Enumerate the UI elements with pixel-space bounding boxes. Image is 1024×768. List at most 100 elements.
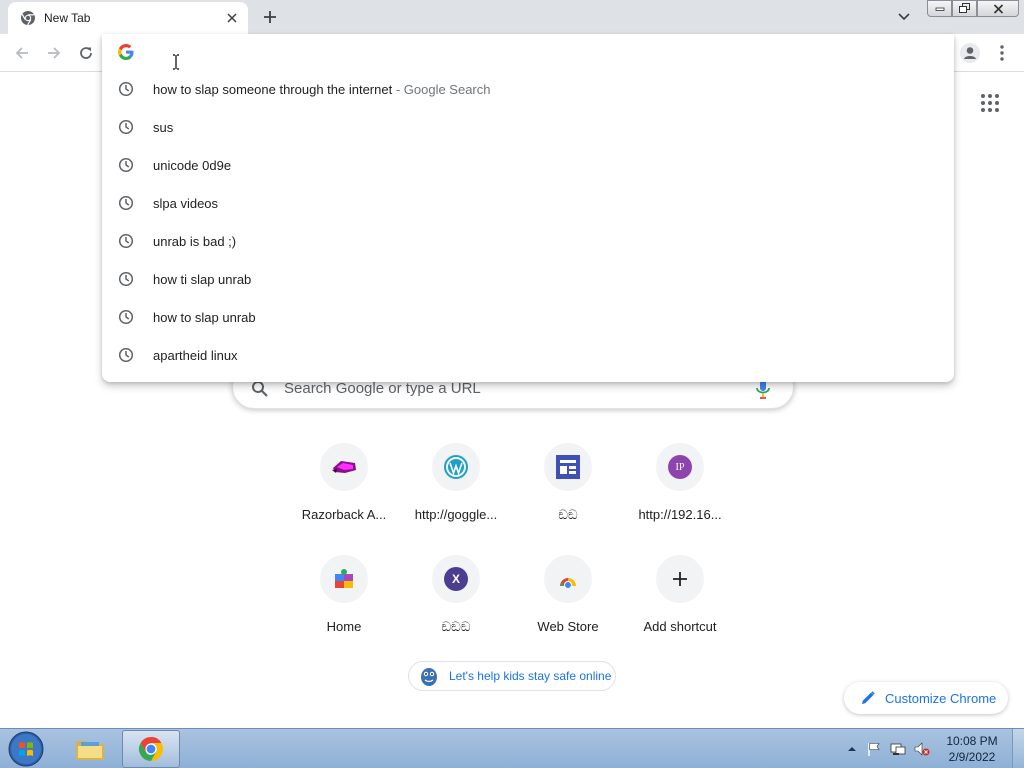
show-desktop-button[interactable] — [1012, 729, 1024, 768]
customize-chrome-button[interactable]: Customize Chrome — [844, 682, 1008, 714]
omnibox-input-row — [102, 34, 954, 72]
add-shortcut-button[interactable]: Add shortcut — [624, 555, 736, 655]
suggestion-query: how ti slap unrab — [153, 271, 252, 287]
close-icon[interactable] — [224, 10, 240, 26]
shortcut-tile — [320, 443, 368, 491]
suggestion-text: how ti slap unrab — [153, 272, 251, 287]
letter-x-icon-text: X — [451, 572, 460, 586]
taskbar-chrome[interactable] — [122, 730, 180, 768]
omnibox-suggestion[interactable]: how ti slap unrab — [102, 260, 954, 298]
wordpress-icon — [444, 455, 468, 479]
omnibox-suggestion[interactable]: apartheid linux — [102, 336, 954, 374]
shortcut-label: Razorback A... — [301, 507, 387, 522]
shortcut-sinhala-1[interactable]: ඞඞ — [512, 443, 624, 543]
shortcut-label: ඞඞ — [558, 507, 578, 522]
shortcut-ip[interactable]: IP http://192.16... — [624, 443, 736, 543]
suggestion-query: how to slap someone through the internet — [153, 81, 393, 97]
reload-button[interactable] — [75, 42, 97, 64]
shortcut-label: ඞඞඞ — [441, 619, 471, 634]
start-button[interactable] — [6, 730, 46, 768]
history-clock-icon — [118, 119, 134, 135]
shortcut-label: Web Store — [537, 619, 599, 634]
suggestion-query: apartheid linux — [153, 347, 238, 363]
suggestion-text: unrab is bad ;) — [153, 234, 236, 249]
shortcut-tile — [432, 443, 480, 491]
suggestion-text: apartheid linux — [153, 348, 238, 363]
suggestion-text: sus — [153, 120, 173, 135]
customize-chrome-label: Customize Chrome — [885, 690, 997, 706]
shortcut-label: Add shortcut — [643, 619, 717, 634]
shortcut-label: http://goggle... — [414, 507, 498, 522]
shortcut-home[interactable]: Home — [288, 555, 400, 655]
ip-icon: IP — [668, 455, 692, 479]
shortcut-tile: IP — [656, 443, 704, 491]
history-clock-icon — [118, 195, 134, 211]
chevron-down-icon — [898, 13, 910, 21]
back-button[interactable] — [11, 42, 33, 64]
omnibox-input[interactable] — [150, 40, 930, 66]
suggestion-query: how to slap unrab — [153, 309, 256, 325]
plus-icon — [264, 11, 276, 23]
volume-muted-icon[interactable] — [914, 741, 930, 757]
suggestion-text: slpa videos — [153, 196, 218, 211]
kebab-menu-icon — [1000, 45, 1004, 61]
tab-new-tab[interactable]: New Tab — [8, 2, 248, 34]
minimize-button[interactable] — [927, 0, 952, 17]
pencil-icon — [862, 691, 875, 704]
web-store-icon — [558, 576, 578, 588]
close-icon — [993, 3, 1003, 14]
promo-link[interactable]: Let's help kids stay safe online — [408, 661, 616, 691]
system-tray: 10:08 PM 2/9/2022 — [840, 729, 1024, 768]
chrome-icon — [138, 737, 164, 761]
clock-date[interactable]: 2/9/2022 — [944, 750, 1000, 764]
apps-grid-icon — [981, 94, 999, 112]
ip-icon-text: IP — [675, 461, 685, 473]
history-clock-icon — [118, 309, 134, 325]
show-hidden-icons-icon[interactable] — [844, 741, 860, 757]
omnibox-suggestion[interactable]: how to slap someone through the internet… — [102, 70, 954, 108]
clock-time[interactable]: 10:08 PM — [944, 734, 1000, 748]
taskbar-file-explorer[interactable] — [64, 730, 116, 768]
google-apps-button[interactable] — [980, 93, 1000, 113]
shortcut-razorback[interactable]: Razorback A... — [288, 443, 400, 543]
omnibox-suggestion[interactable]: slpa videos — [102, 184, 954, 222]
omnibox-suggestion[interactable]: sus — [102, 108, 954, 146]
omnibox-dropdown: how to slap someone through the internet… — [102, 34, 954, 382]
shortcut-sinhala-2[interactable]: X ඞඞඞ — [400, 555, 512, 655]
history-clock-icon — [118, 347, 134, 363]
suggestion-text: how to slap someone through the internet… — [153, 82, 491, 97]
tab-title: New Tab — [44, 11, 91, 25]
omnibox-suggestion[interactable]: unicode 0d9e — [102, 146, 954, 184]
tab-search-button[interactable] — [894, 8, 914, 26]
menu-button[interactable] — [992, 42, 1012, 64]
shortcut-tile — [544, 443, 592, 491]
shortcut-tile — [544, 555, 592, 603]
suggestion-query: sus — [153, 119, 174, 135]
new-tab-button[interactable] — [258, 7, 282, 27]
puzzle-icon — [335, 569, 353, 588]
network-icon[interactable] — [890, 741, 906, 757]
suggestion-text: unicode 0d9e — [153, 158, 231, 173]
profile-button[interactable] — [958, 41, 982, 65]
suggestion-list: how to slap someone through the internet… — [102, 70, 954, 374]
history-clock-icon — [118, 157, 134, 173]
screen: New Tab how to slap someone through the … — [0, 0, 1024, 768]
history-clock-icon — [118, 233, 134, 249]
forward-button[interactable] — [43, 42, 65, 64]
google-g-icon — [118, 44, 134, 60]
shortcut-label: http://192.16... — [638, 507, 722, 522]
layout-icon — [556, 455, 580, 479]
chrome-icon — [21, 11, 35, 26]
restore-button[interactable] — [952, 0, 977, 17]
window-close-button[interactable] — [977, 0, 1019, 17]
back-arrow-icon — [15, 47, 28, 59]
omnibox-suggestion[interactable]: unrab is bad ;) — [102, 222, 954, 260]
action-center-flag-icon[interactable] — [866, 741, 882, 757]
suggestion-text: how to slap unrab — [153, 310, 256, 325]
profile-icon — [960, 43, 980, 63]
shortcut-goggle[interactable]: http://goggle... — [400, 443, 512, 543]
omnibox-suggestion[interactable]: how to slap unrab — [102, 298, 954, 336]
shortcut-web-store[interactable]: Web Store — [512, 555, 624, 655]
suggestion-query: slpa videos — [153, 195, 219, 211]
tab-strip: New Tab — [0, 0, 1024, 34]
